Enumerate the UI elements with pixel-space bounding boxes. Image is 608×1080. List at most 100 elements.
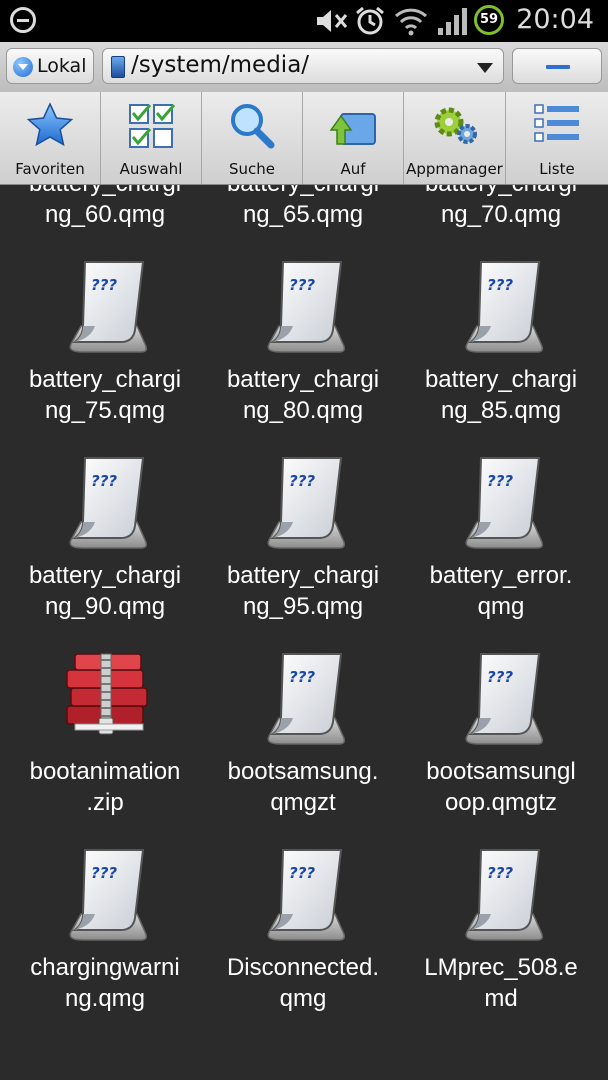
file-item[interactable]: ??? bootsamsungl oop.qmgtz xyxy=(402,640,600,836)
toolbar-list-button[interactable]: Liste xyxy=(506,92,608,184)
star-icon xyxy=(26,102,74,147)
file-name-line-2: md xyxy=(484,985,518,1012)
unknown-file-icon: ??? xyxy=(259,256,349,356)
file-name-line-2: qmg xyxy=(477,593,525,620)
svg-text:???: ??? xyxy=(289,472,315,490)
file-name-line-1: battery_chargi xyxy=(6,185,204,199)
address-bar: Lokal /system/media/ xyxy=(0,42,608,92)
file-name-line-1: battery_chargi xyxy=(226,366,380,393)
file-name-line-2: ng_60.qmg xyxy=(44,201,166,228)
toolbar-label: Favoriten xyxy=(15,160,85,178)
file-name-line-1: battery_chargi xyxy=(402,185,600,199)
file-name-line-1: Disconnected. xyxy=(226,954,380,981)
file-name-line-2: ng_95.qmg xyxy=(242,593,364,620)
toolbar-label: Appmanager xyxy=(406,160,503,178)
file-name-line-2: ng.qmg xyxy=(64,985,146,1012)
folder-up-icon xyxy=(329,113,376,145)
file-item[interactable]: bootanimation .zip xyxy=(6,640,204,836)
toolbar-label: Auswahl xyxy=(119,160,183,178)
toolbar-up-button[interactable]: Auf xyxy=(303,92,404,184)
file-item[interactable]: ??? battery_chargi ng_75.qmg xyxy=(6,248,204,444)
unknown-file-icon: ??? xyxy=(457,256,547,356)
svg-text:???: ??? xyxy=(91,472,117,490)
toolbar-search-button[interactable]: Suche xyxy=(202,92,303,184)
minimize-button[interactable] xyxy=(512,48,602,84)
file-name-line-1: battery_chargi xyxy=(28,366,182,393)
unknown-file-icon: ??? xyxy=(61,452,151,552)
file-name-line-1: battery_error. xyxy=(429,562,573,589)
checklist-icon xyxy=(129,104,176,148)
file-name-line-1: battery_chargi xyxy=(28,562,182,589)
toolbar-favorites-button[interactable]: Favoriten xyxy=(0,92,101,184)
svg-text:???: ??? xyxy=(289,864,315,882)
signal-icon xyxy=(438,8,467,35)
phone-storage-icon xyxy=(111,56,125,78)
location-label: Lokal xyxy=(37,55,87,77)
file-item[interactable]: ??? chargingwarni ng.qmg xyxy=(6,836,204,1032)
do-not-disturb-icon xyxy=(10,7,36,33)
status-bar: 59 20:04 xyxy=(0,0,608,42)
alarm-icon xyxy=(356,6,384,35)
file-name-line-2: qmg xyxy=(279,985,327,1012)
unknown-file-icon: ??? xyxy=(259,648,349,748)
file-item[interactable]: ??? battery_chargi ng_85.qmg xyxy=(402,248,600,444)
file-item[interactable]: ??? LMprec_508.emd xyxy=(402,836,600,1032)
file-name-line-2: oop.qmgtz xyxy=(444,789,558,816)
battery-icon: 59 xyxy=(474,5,504,35)
file-name-line-1: chargingwarni xyxy=(30,954,180,981)
unknown-file-icon: ??? xyxy=(61,844,151,944)
file-item[interactable]: ??? battery_chargi ng_95.qmg xyxy=(204,444,402,640)
svg-text:???: ??? xyxy=(487,668,513,686)
unknown-file-icon: ??? xyxy=(457,452,547,552)
unknown-file-icon: ??? xyxy=(259,452,349,552)
current-path: /system/media/ xyxy=(131,52,310,78)
file-name-line-1: bootsamsungl xyxy=(426,758,576,785)
file-item[interactable]: ???battery_charging_60.qmg xyxy=(6,185,204,248)
file-name-line-1: battery_chargi xyxy=(204,185,402,199)
unknown-file-icon: ??? xyxy=(259,844,349,944)
file-item[interactable]: ???battery_charging_70.qmg xyxy=(402,185,600,248)
toolbar-label: Liste xyxy=(539,160,575,178)
file-name-line-2: ng_85.qmg xyxy=(440,397,562,424)
toolbar-select-button[interactable]: Auswahl xyxy=(101,92,202,184)
svg-text:???: ??? xyxy=(487,472,513,490)
svg-text:???: ??? xyxy=(289,276,315,294)
file-name-line-1: bootanimation xyxy=(29,758,181,785)
file-name-line-1: battery_chargi xyxy=(226,562,380,589)
svg-text:???: ??? xyxy=(289,668,315,686)
list-view-icon xyxy=(534,104,579,142)
file-name-line-2: ng_90.qmg xyxy=(44,593,166,620)
svg-text:???: ??? xyxy=(487,864,513,882)
file-name-line-2: .zip xyxy=(86,789,124,816)
file-name-line-2: ng_75.qmg xyxy=(44,397,166,424)
wifi-icon xyxy=(394,8,428,36)
location-selector-button[interactable]: Lokal xyxy=(6,48,94,84)
dropdown-ball-icon xyxy=(13,57,33,77)
toolbar-appmanager-button[interactable]: Appmanager xyxy=(404,92,506,184)
toolbar-label: Auf xyxy=(340,160,366,178)
toolbar-label: Suche xyxy=(228,160,275,178)
svg-text:???: ??? xyxy=(91,864,117,882)
mute-icon xyxy=(317,10,348,32)
file-item[interactable]: ??? Disconnected. qmg xyxy=(204,836,402,1032)
file-name-line-1: LMprec_508.e xyxy=(424,954,578,981)
file-name-line-1: battery_chargi xyxy=(424,366,578,393)
file-item[interactable]: ???battery_charging_65.qmg xyxy=(204,185,402,248)
gears-icon xyxy=(434,107,477,144)
file-item[interactable]: ??? battery_error.qmg xyxy=(402,444,600,640)
unknown-file-icon: ??? xyxy=(457,844,547,944)
file-item[interactable]: ??? battery_chargi ng_90.qmg xyxy=(6,444,204,640)
svg-text:???: ??? xyxy=(487,276,513,294)
unknown-file-icon: ??? xyxy=(61,256,151,356)
file-item[interactable]: ??? bootsamsung. qmgzt xyxy=(204,640,402,836)
clock: 20:04 xyxy=(516,4,594,35)
chevron-down-icon[interactable] xyxy=(477,63,493,73)
zip-archive-icon xyxy=(61,648,151,748)
magnifier-icon xyxy=(231,104,275,149)
unknown-file-icon: ??? xyxy=(457,648,547,748)
toolbar: Favoriten Auswahl Suche Auf Appmanager L… xyxy=(0,92,608,185)
file-item[interactable]: ??? battery_chargi ng_80.qmg xyxy=(204,248,402,444)
path-dropdown[interactable]: /system/media/ xyxy=(102,48,504,84)
file-name-line-2: qmgzt xyxy=(270,789,336,816)
file-grid[interactable]: ??? battery_chargi ng_60.qmg??? battery_cha… xyxy=(0,185,608,1080)
